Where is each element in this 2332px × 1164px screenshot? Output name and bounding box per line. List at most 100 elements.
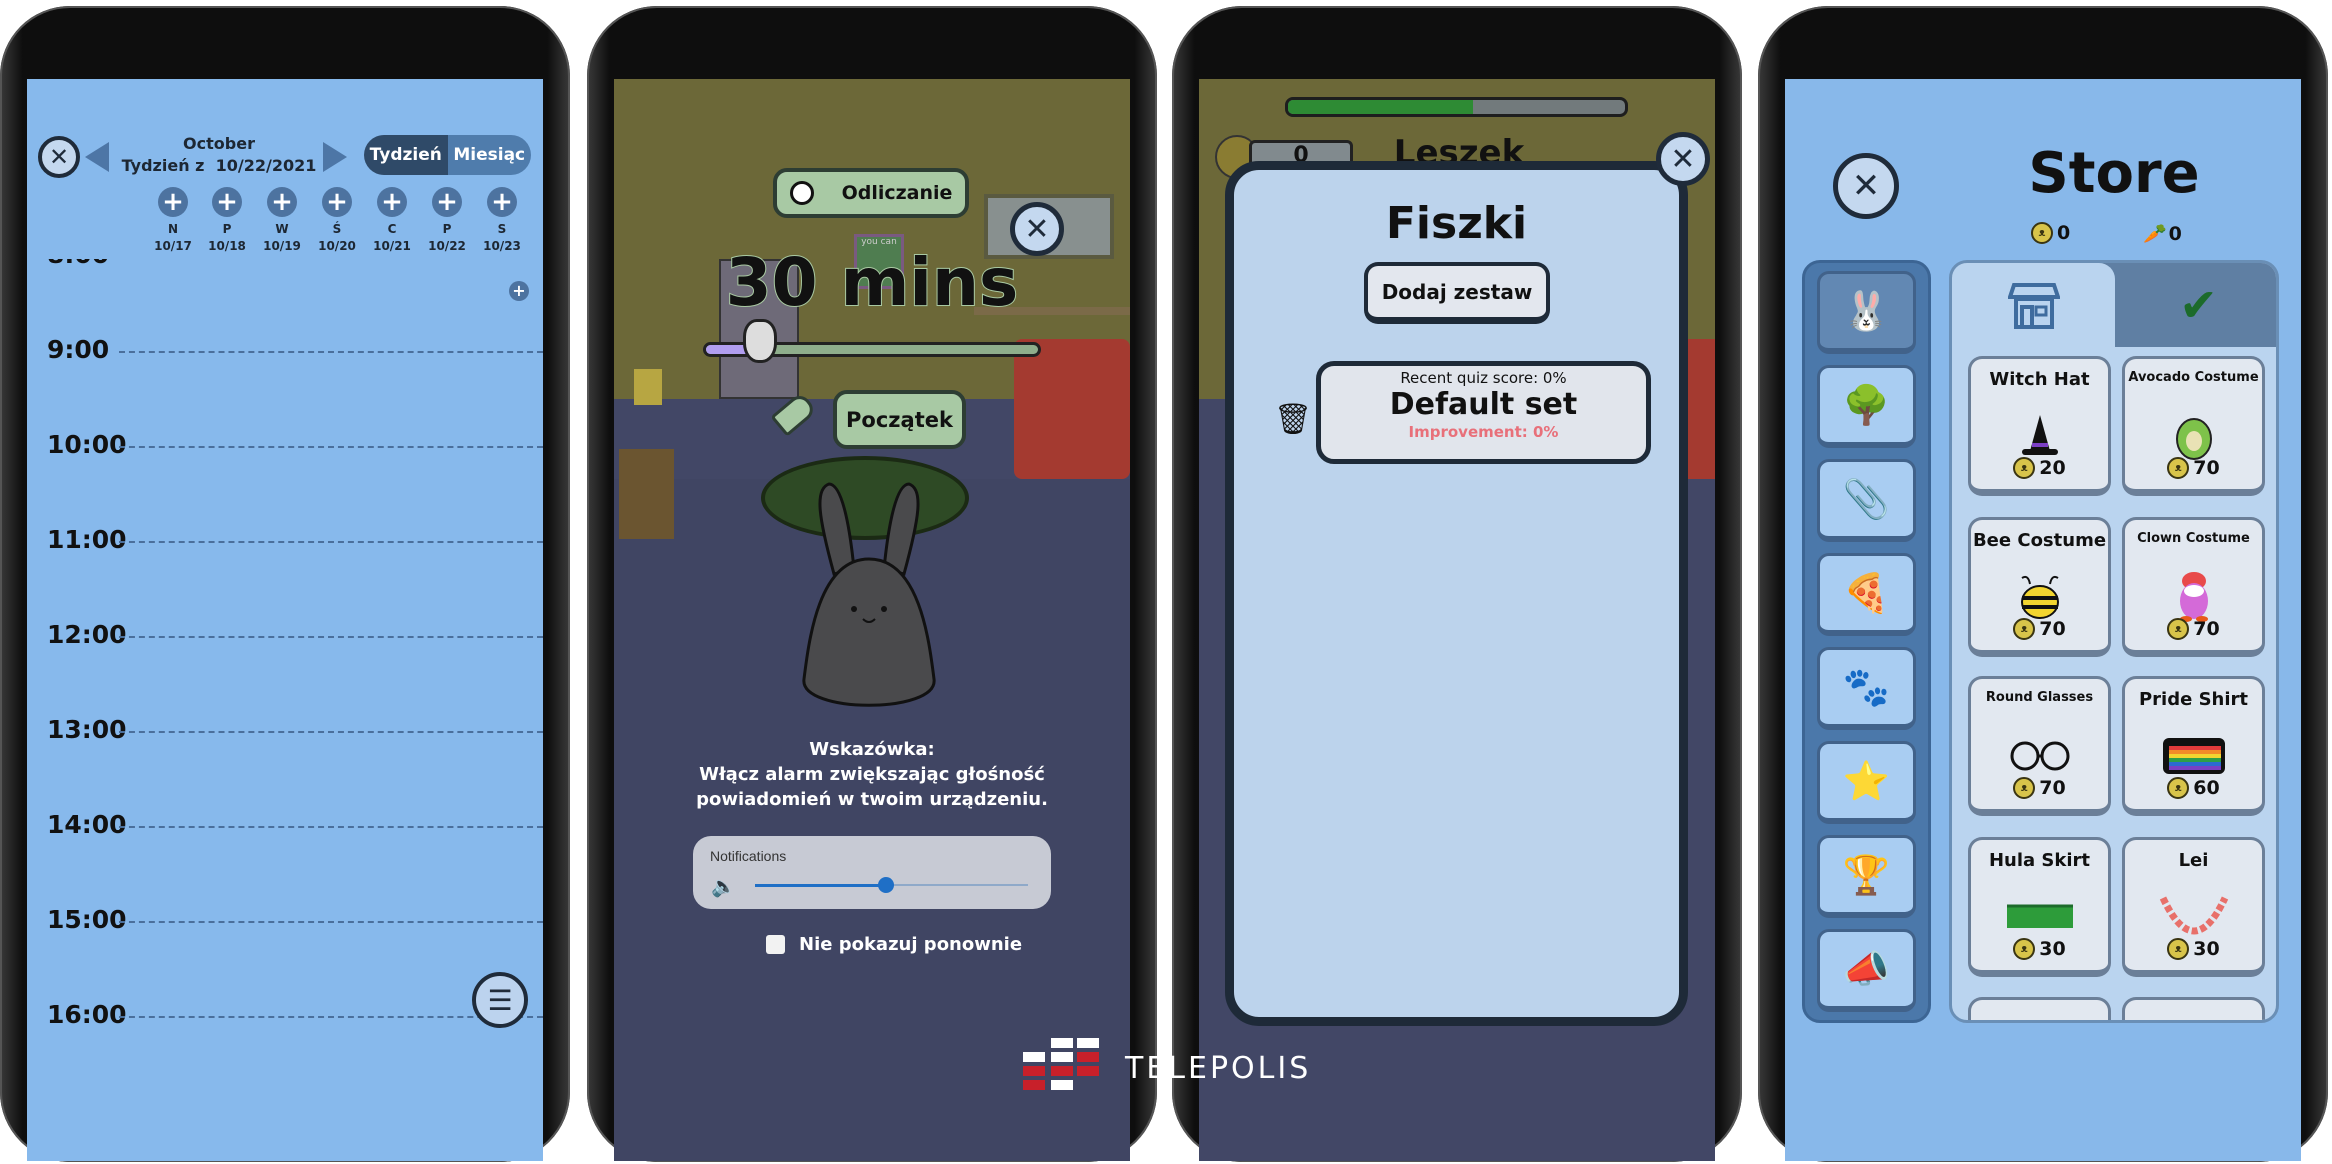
bunny-slider-thumb[interactable] (743, 319, 778, 363)
flashcards-screen: 0 Leszek Fiszki Dodaj zestaw 🗑 Recent qu… (1199, 79, 1715, 1161)
timer-screen: you can Odliczanie ✕ 30 mins Początek Ws… (614, 79, 1130, 1161)
close-icon: ✕ (1851, 166, 1881, 206)
category-tree[interactable]: 🌳 (1817, 365, 1916, 448)
phone-store: ✕ Store ᴥ0 🥕 0 🐰 🌳 📎 🍕 🐾 ⭐ 🏆 📣 ✔ Witch Hat ᴥ 20 Avo… (1758, 6, 2328, 1162)
store-item-card[interactable]: Bee Costume ᴥ 70 (1968, 517, 2111, 657)
month-label: October (183, 134, 255, 153)
item-price-value: 60 (2193, 777, 2220, 799)
store-item-card-partial[interactable] (2122, 997, 2265, 1020)
plus-icon: + (162, 187, 184, 217)
category-star[interactable]: ⭐ (1817, 741, 1916, 824)
hour-label: 16:00 (47, 1000, 127, 1029)
plus-icon: + (271, 187, 293, 217)
add-event-button[interactable]: + (509, 281, 529, 301)
flashcards-modal: Fiszki Dodaj zestaw 🗑 Recent quiz score:… (1225, 161, 1688, 1026)
pride-shirt-icon (2125, 731, 2262, 781)
lamp-decoration (634, 369, 662, 405)
add-day-event-button[interactable]: + (158, 187, 188, 217)
category-paw[interactable]: 🐾 (1817, 647, 1916, 730)
close-button[interactable]: ✕ (38, 136, 80, 178)
dont-show-again-checkbox[interactable] (766, 935, 785, 954)
tab-owned[interactable]: ✔ (2115, 263, 2276, 347)
volume-slider-thumb[interactable] (878, 877, 895, 893)
store-item-card[interactable]: Witch Hat ᴥ 20 (1968, 356, 2111, 496)
category-pizza[interactable]: 🍕 (1817, 553, 1916, 636)
glasses-icon (1971, 731, 2108, 781)
bunny-icon: 🐰 (1842, 288, 1891, 333)
close-button[interactable]: ✕ (1833, 153, 1899, 219)
close-button[interactable]: ✕ (1656, 132, 1710, 186)
add-day-event-button[interactable]: + (212, 187, 242, 217)
hour-line (119, 636, 543, 638)
plus-icon: + (381, 187, 403, 217)
store-item-card-partial[interactable] (1968, 997, 2111, 1020)
telepolis-watermark: TELEPOLIS (1021, 1036, 1311, 1100)
countdown-mode-button[interactable]: Odliczanie (773, 168, 969, 218)
paperclip-icon: 📎 (1842, 476, 1891, 521)
day-label: S 10/23 (472, 221, 532, 255)
item-name: Clown Costume (2137, 531, 2250, 546)
storefront-icon (2007, 283, 2060, 329)
hour-line (119, 731, 543, 733)
week-view-tab[interactable]: Tydzień (364, 135, 448, 175)
category-bunny[interactable]: 🐰 (1817, 271, 1916, 354)
coin-count: 0 (2057, 222, 2071, 244)
hour-line (119, 446, 543, 448)
store-item-card[interactable]: Hula Skirt ᴥ 30 (1968, 837, 2111, 977)
volume-slider[interactable] (755, 877, 1028, 893)
category-trophy[interactable]: 🏆 (1817, 835, 1916, 918)
day-letter: P (442, 222, 452, 236)
bee-icon (1971, 572, 2108, 622)
trash-icon[interactable]: 🗑 (1274, 402, 1312, 437)
coin-icon: ᴥ (2013, 938, 2036, 960)
tab-shop[interactable] (1952, 263, 2115, 347)
menu-button[interactable]: ☰ (472, 972, 528, 1028)
phone-calendar: 8:009:0010:0011:0012:0013:0014:0015:0016… (0, 6, 570, 1162)
speaker-icon: 🔈 (711, 874, 736, 898)
store-item-card[interactable]: Pride Shirt ᴥ 60 (2122, 676, 2265, 816)
hint-line-1: Włącz alarm zwiększając głośność (699, 764, 1045, 785)
hour-label: 11:00 (47, 525, 127, 554)
coin-icon: ᴥ (2167, 938, 2190, 960)
store-item-card[interactable]: Clown Costume ᴥ 70 (2122, 517, 2265, 657)
coin-icon: ᴥ (2013, 777, 2036, 799)
day-date: 10/19 (263, 239, 301, 253)
next-week-button[interactable] (323, 142, 347, 172)
month-view-tab[interactable]: Miesiąc (447, 135, 531, 175)
item-name: Avocado Costume (2128, 370, 2259, 385)
hour-label: 10:00 (47, 430, 127, 459)
category-megaphone[interactable]: 📣 (1817, 929, 1916, 1012)
day-letter: N (167, 222, 179, 236)
store-item-card[interactable]: Lei ᴥ 30 (2122, 837, 2265, 977)
add-day-event-button[interactable]: + (432, 187, 462, 217)
start-button[interactable]: Początek (833, 390, 966, 449)
hula-skirt-icon (1971, 892, 2108, 942)
add-day-event-button[interactable]: + (267, 187, 297, 217)
add-day-event-button[interactable]: + (322, 187, 352, 217)
flashcard-set[interactable]: Recent quiz score: 0% Default set Improv… (1316, 361, 1651, 464)
carrot-balance: 🥕 0 (2143, 222, 2182, 246)
day-letter: W (275, 222, 289, 236)
item-price: ᴥ 20 (1971, 457, 2108, 479)
improvement: Improvement: 0% (1408, 423, 1559, 441)
store-item-card[interactable]: Round Glasses ᴥ 70 (1968, 676, 2111, 816)
add-day-event-button[interactable]: + (377, 187, 407, 217)
hour-label: 15:00 (47, 905, 127, 934)
volume-slider-fill (755, 884, 887, 887)
prev-week-button[interactable] (85, 142, 109, 172)
store-item-card[interactable]: Avocado Costume ᴥ 70 (2122, 356, 2265, 496)
plus-icon: + (512, 281, 526, 300)
hour-label: 14:00 (47, 810, 127, 839)
notifications-volume-panel: Notifications 🔈 (693, 836, 1051, 909)
add-day-event-button[interactable]: + (487, 187, 517, 217)
lei-icon (2125, 892, 2262, 942)
item-price: ᴥ 70 (1971, 618, 2108, 640)
category-paperclip[interactable]: 📎 (1817, 459, 1916, 542)
hour-line (119, 541, 543, 543)
add-set-button[interactable]: Dodaj zestaw (1364, 262, 1550, 324)
duration-display: 30 mins (725, 243, 1020, 322)
plus-icon: + (216, 187, 238, 217)
item-price: ᴥ 60 (2125, 777, 2262, 799)
day-date: 10/18 (208, 239, 246, 253)
plus-icon: + (326, 187, 348, 217)
